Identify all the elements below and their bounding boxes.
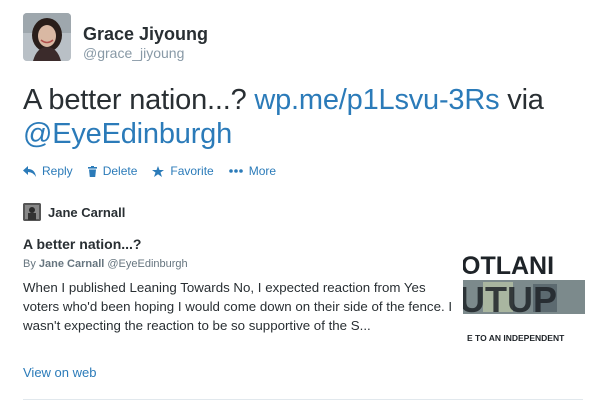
reply-label: Reply (42, 164, 73, 178)
card-author-avatar (23, 203, 41, 221)
card-thumbnail-graphic: OTLANI UTUP E TO AN INDEPENDENT (463, 250, 585, 346)
byline-prefix: By (23, 258, 39, 270)
author-handle[interactable]: @grace_jiyoung (83, 45, 184, 61)
thumb-text-bottom: E TO AN INDEPENDENT (467, 333, 565, 343)
byline-author[interactable]: Jane Carnall (39, 258, 104, 270)
tweet-link[interactable]: wp.me/p1Lsvu-3Rs (254, 84, 499, 116)
reply-icon (23, 165, 36, 177)
tweet-actions: Reply Delete Favorite More (23, 164, 291, 178)
card-thumbnail[interactable]: OTLANI UTUP E TO AN INDEPENDENT (463, 250, 585, 346)
delete-label: Delete (102, 164, 138, 178)
reply-button[interactable]: Reply (23, 164, 73, 178)
more-button[interactable]: More (228, 164, 277, 178)
trash-icon (87, 165, 97, 177)
delete-button[interactable]: Delete (87, 164, 138, 178)
more-dots-icon (228, 169, 243, 173)
star-icon (152, 165, 165, 177)
card-author[interactable]: Jane Carnall (23, 203, 125, 221)
tweet-text-plain: A better nation...? (23, 84, 255, 116)
byline-handle[interactable]: @EyeEdinburgh (104, 258, 187, 270)
more-label: More (248, 164, 277, 178)
view-on-web-link[interactable]: View on web (23, 365, 96, 380)
avatar-photo (23, 13, 71, 61)
profile-avatar[interactable] (23, 13, 71, 61)
favorite-label: Favorite (170, 164, 214, 178)
favorite-button[interactable]: Favorite (152, 164, 214, 178)
card-title[interactable]: A better nation...? (23, 236, 141, 252)
card-author-name: Jane Carnall (48, 204, 126, 220)
tweet-via: via (499, 84, 544, 116)
thumb-text-mid: UTUP (463, 279, 557, 320)
tweet-mention[interactable]: @EyeEdinburgh (23, 118, 232, 150)
card-summary: When I published Leaning Towards No, I e… (23, 280, 453, 333)
tweet-text: A better nation...? wp.me/p1Lsvu-3Rs via… (23, 83, 583, 151)
card-avatar-photo (23, 203, 41, 221)
card-byline: By Jane Carnall @EyeEdinburgh (23, 258, 188, 270)
divider (23, 399, 583, 400)
author-name[interactable]: Grace Jiyoung (83, 24, 208, 45)
thumb-text-top: OTLANI (463, 252, 554, 280)
